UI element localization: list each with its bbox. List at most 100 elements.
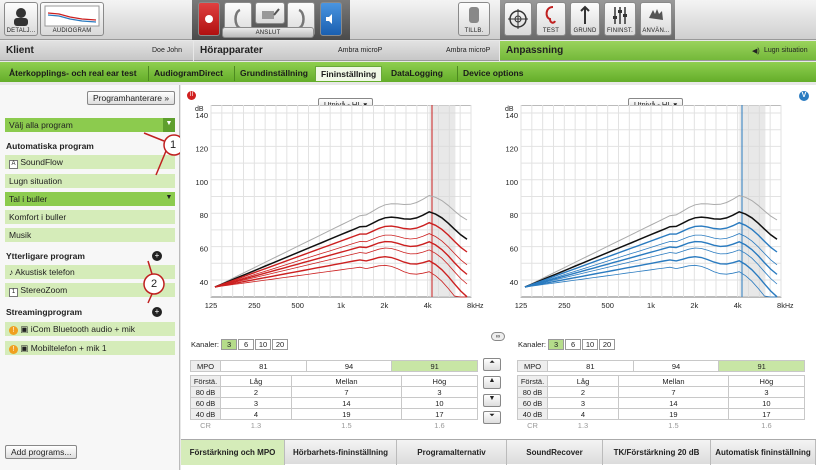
y-tick-label: 40 bbox=[200, 278, 208, 287]
gain-cell[interactable]: 17 bbox=[400, 408, 479, 420]
program-komfort-i-buller[interactable]: Komfort i buller bbox=[5, 210, 175, 224]
gain-cell[interactable]: 3 bbox=[400, 386, 479, 398]
sliders-icon bbox=[613, 7, 627, 24]
tab-gain-mpo[interactable]: Förstärkning och MPO bbox=[181, 440, 285, 465]
right-ear-chart: 140120100806040dB125 250 500 1k 2k 4k 8k Hz bbox=[505, 105, 794, 310]
tab-tk-gain[interactable]: TK/Förstärkning 20 dB bbox=[603, 440, 711, 465]
tab-datalogging[interactable]: DataLogging bbox=[386, 66, 448, 81]
channel-6-button[interactable]: 6 bbox=[238, 339, 255, 350]
gain-cell[interactable]: 2 bbox=[219, 386, 293, 398]
gain-cell[interactable]: 7 bbox=[618, 386, 729, 398]
remote-icon bbox=[469, 7, 479, 23]
gain-cell[interactable]: 3 bbox=[546, 397, 620, 409]
program-tal-i-buller[interactable]: Tal i buller ▼ bbox=[5, 192, 175, 206]
step-down-large-button[interactable]: ⏷ bbox=[483, 411, 501, 424]
basic-button[interactable]: GRUND bbox=[570, 2, 600, 36]
gain-cell[interactable]: 19 bbox=[291, 408, 402, 420]
chevron-down-icon[interactable]: ▼ bbox=[163, 192, 175, 206]
mpo-cell[interactable]: 81 bbox=[547, 360, 634, 372]
accessories-button[interactable]: TILLB. bbox=[458, 2, 490, 36]
mute-right-button[interactable] bbox=[320, 2, 342, 36]
gain-cell[interactable]: 10 bbox=[727, 397, 806, 409]
gain-cell[interactable]: 7 bbox=[291, 386, 402, 398]
gain-cell[interactable]: 3 bbox=[219, 397, 293, 409]
connect-button[interactable] bbox=[255, 2, 285, 24]
hearing-aids-header: Hörapparater Ambra microP Ambra microP bbox=[194, 41, 499, 61]
connect-label-bar[interactable]: ANSLUT bbox=[222, 27, 314, 38]
x-unit-label: Hz bbox=[475, 303, 484, 310]
gain-cell[interactable]: 19 bbox=[618, 408, 729, 420]
channel-6-button[interactable]: 6 bbox=[565, 339, 582, 350]
x-tick-label: 4k bbox=[734, 301, 742, 310]
arrow-up-icon bbox=[580, 5, 590, 24]
main-toolbar: DETALJ... AUDIOGRAM ANSLUT TILLB. TEST G… bbox=[0, 0, 816, 40]
channel-20-button[interactable]: 20 bbox=[272, 339, 289, 350]
client-header: Klient Doe John bbox=[0, 41, 193, 61]
gain-cell[interactable]: 10 bbox=[400, 397, 479, 409]
ear-icon bbox=[545, 6, 556, 24]
auto-programs-heading: Automatiska program bbox=[6, 141, 94, 151]
channel-3-button[interactable]: 3 bbox=[548, 339, 565, 350]
x-tick-label: 4k bbox=[424, 301, 432, 310]
right-mpo-table: MPO 81 94 91 bbox=[517, 360, 805, 372]
pause-icon[interactable]: II bbox=[187, 91, 196, 100]
tab-auto-fine-tuning[interactable]: Automatisk fininställning bbox=[711, 440, 816, 465]
tab-feedback-real-ear[interactable]: Återkopplings- och real ear test bbox=[4, 66, 142, 81]
gain-cell[interactable]: 14 bbox=[618, 397, 729, 409]
gain-cell[interactable]: 14 bbox=[291, 397, 402, 409]
tab-basic-settings[interactable]: Grundinställning bbox=[234, 66, 313, 81]
tab-soundrecover[interactable]: SoundRecover bbox=[507, 440, 603, 465]
mpo-cell[interactable]: 94 bbox=[632, 360, 720, 372]
step-up-button[interactable]: ▲ bbox=[483, 376, 501, 389]
stream-icon: ▣ bbox=[20, 343, 29, 353]
link-icon[interactable]: ∞ bbox=[491, 332, 505, 341]
target-button[interactable] bbox=[504, 2, 532, 36]
channel-10-button[interactable]: 10 bbox=[255, 339, 272, 350]
x-tick-label: 125 bbox=[205, 301, 218, 310]
channel-20-button[interactable]: 20 bbox=[599, 339, 616, 350]
user-button[interactable]: ANVÄN... bbox=[640, 2, 672, 36]
tab-program-options[interactable]: Programalternativ bbox=[397, 440, 507, 465]
stream-icon: ▣ bbox=[20, 324, 29, 334]
x-tick-label: 125 bbox=[515, 301, 528, 310]
x-unit-label: Hz bbox=[785, 303, 794, 310]
tab-audibility[interactable]: Hörbarhets-fininställning bbox=[285, 440, 397, 465]
gain-cell[interactable]: 3 bbox=[727, 386, 806, 398]
step-up-large-button[interactable]: ⏶ bbox=[483, 358, 501, 371]
detail-button[interactable]: DETALJ... bbox=[4, 2, 38, 36]
add-streaming-icon[interactable]: + bbox=[152, 307, 162, 317]
x-tick-label: 8k bbox=[777, 301, 785, 310]
audiogram-icon bbox=[44, 5, 100, 27]
left-gain-table: Förstä. Låg Mellan Hög 80 dB 2 7 3 60 dB 3 14 10 … bbox=[190, 375, 479, 431]
x-tick-label: 500 bbox=[601, 301, 614, 310]
mpo-cell[interactable]: 81 bbox=[220, 360, 307, 372]
program-musik[interactable]: Musik bbox=[5, 228, 175, 242]
mpo-cell[interactable]: 94 bbox=[305, 360, 393, 372]
crosshair-icon bbox=[508, 9, 528, 29]
tab-device-options[interactable]: Device options bbox=[457, 66, 528, 81]
program-mobiltelefon[interactable]: ! ▣ Mobiltelefon + mik 1 bbox=[5, 341, 175, 355]
right-channels: Kanaler: 3 6 10 20 bbox=[518, 339, 616, 350]
program-icom-bluetooth[interactable]: ! ▣ iCom Bluetooth audio + mik bbox=[5, 322, 175, 336]
fine-tuning-button[interactable]: FININST. bbox=[604, 2, 636, 36]
gain-cell[interactable]: 2 bbox=[546, 386, 620, 398]
gain-cell[interactable]: 17 bbox=[727, 408, 806, 420]
mute-left-button[interactable] bbox=[198, 2, 220, 36]
mpo-cell[interactable]: 91 bbox=[391, 360, 478, 372]
channel-10-button[interactable]: 10 bbox=[582, 339, 599, 350]
step-down-button[interactable]: ▼ bbox=[483, 394, 501, 407]
gain-cell[interactable]: 4 bbox=[219, 408, 293, 420]
program-manager-button[interactable]: Programhanterare » bbox=[87, 91, 176, 105]
tab-audiogramdirect[interactable]: AudiogramDirect bbox=[148, 66, 228, 81]
channel-3-button[interactable]: 3 bbox=[221, 339, 238, 350]
gain-cell[interactable]: 4 bbox=[546, 408, 620, 420]
y-unit-label: dB bbox=[505, 106, 514, 113]
mpo-cell[interactable]: 91 bbox=[718, 360, 805, 372]
x-tick-label: 250 bbox=[248, 301, 261, 310]
audiogram-button[interactable]: AUDIOGRAM bbox=[40, 2, 104, 36]
test-button[interactable]: TEST bbox=[536, 2, 566, 36]
add-programs-button[interactable]: Add programs... bbox=[5, 445, 78, 459]
tab-fine-tuning[interactable]: Fininställning bbox=[315, 66, 383, 81]
speaker-small-icon: ◀) bbox=[752, 48, 760, 55]
verify-icon[interactable]: V bbox=[799, 91, 809, 101]
